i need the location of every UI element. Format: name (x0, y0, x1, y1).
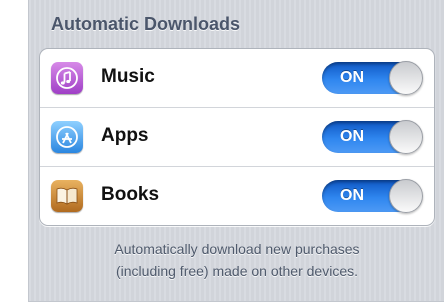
books-label: Books (101, 184, 160, 205)
footer-line-2: (including free) made on other devices. (115, 263, 359, 279)
toggle-knob (389, 120, 423, 154)
apps-toggle[interactable]: ON (322, 120, 423, 154)
books-icon (51, 180, 83, 212)
toggle-knob (389, 61, 423, 95)
music-label: Music (101, 66, 155, 87)
downloads-group: Music ON Apps ON Books ON (39, 48, 435, 226)
list-item-books: Books ON (40, 167, 434, 225)
footer-description: Automatically download new purchases (in… (29, 238, 444, 282)
apps-label: Apps (101, 125, 149, 146)
list-item-apps: Apps ON (40, 108, 434, 166)
settings-panel: Automatic Downloads Music ON Apps ON Boo… (28, 0, 444, 302)
books-toggle[interactable]: ON (322, 179, 423, 213)
apps-toggle-text: ON (340, 128, 364, 145)
music-toggle-text: ON (340, 69, 364, 86)
list-item-music: Music ON (40, 49, 434, 107)
app-store-icon (51, 121, 83, 153)
music-icon (51, 62, 83, 94)
section-title: Automatic Downloads (51, 14, 241, 34)
music-toggle[interactable]: ON (322, 61, 423, 95)
toggle-knob (389, 179, 423, 213)
footer-line-1: Automatically download new purchases (114, 241, 360, 257)
books-toggle-text: ON (340, 187, 364, 204)
